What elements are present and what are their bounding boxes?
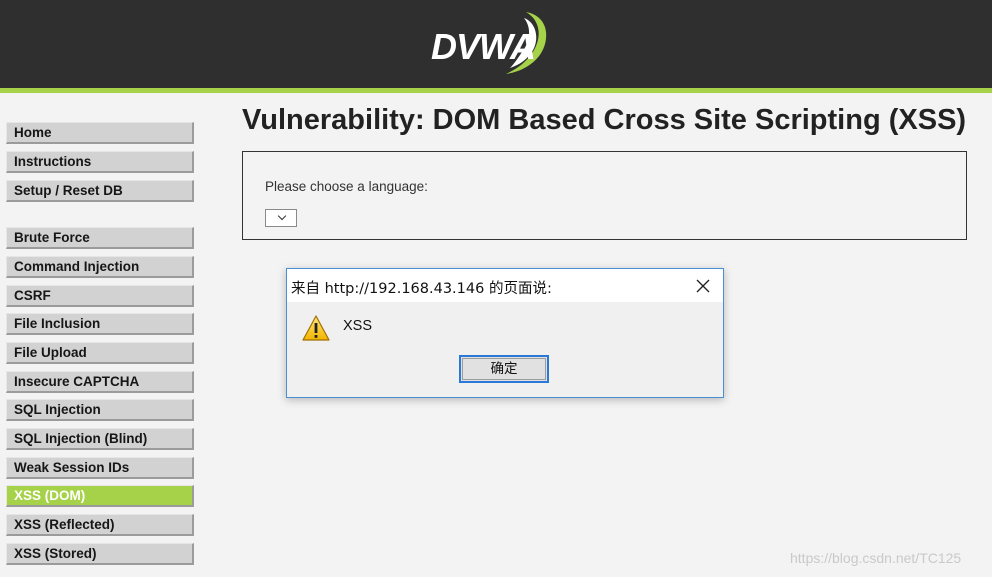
sidebar-item-command-injection[interactable]: Command Injection xyxy=(6,256,194,278)
alert-dialog: 来自 http://192.168.43.146 的页面说: XSS 确定 xyxy=(286,268,724,398)
sidebar-item-file-upload[interactable]: File Upload xyxy=(6,342,194,364)
logo-text: DVWA xyxy=(431,26,536,67)
sidebar-item-brute-force[interactable]: Brute Force xyxy=(6,227,194,249)
sidebar-item-file-inclusion[interactable]: File Inclusion xyxy=(6,313,194,335)
page-title: Vulnerability: DOM Based Cross Site Scri… xyxy=(242,104,967,136)
dvwa-logo[interactable]: DVWA xyxy=(428,8,552,80)
sidebar-item-xss-stored[interactable]: XSS (Stored) xyxy=(6,543,194,565)
dialog-message: XSS xyxy=(343,318,373,334)
watermark: https://blog.csdn.net/TC125 xyxy=(790,550,962,566)
warning-icon xyxy=(301,314,331,342)
chevron-down-icon xyxy=(277,211,287,221)
sidebar-item-xss-dom[interactable]: XSS (DOM) xyxy=(6,485,194,507)
dialog-title: 来自 http://192.168.43.146 的页面说: xyxy=(291,281,552,297)
sidebar-item-home[interactable]: Home xyxy=(6,122,194,144)
sidebar-item-sql-injection-blind[interactable]: SQL Injection (Blind) xyxy=(6,428,194,450)
sidebar-item-insecure-captcha[interactable]: Insecure CAPTCHA xyxy=(6,371,194,393)
header-bar: DVWA xyxy=(0,0,992,88)
language-select[interactable] xyxy=(265,209,297,227)
sidebar-item-weak-session-ids[interactable]: Weak Session IDs xyxy=(6,457,194,479)
sidebar-item-csrf[interactable]: CSRF xyxy=(6,285,194,307)
dialog-titlebar: 来自 http://192.168.43.146 的页面说: xyxy=(287,269,723,302)
sidebar-item-instructions[interactable]: Instructions xyxy=(6,151,194,173)
close-icon[interactable] xyxy=(687,275,717,297)
language-label: Please choose a language: xyxy=(265,179,428,194)
sidebar-item-xss-reflected[interactable]: XSS (Reflected) xyxy=(6,514,194,536)
sidebar-item-setup[interactable]: Setup / Reset DB xyxy=(6,180,194,202)
sidebar-item-sql-injection[interactable]: SQL Injection xyxy=(6,399,194,421)
vulnerable-code-area: Please choose a language: xyxy=(242,151,967,240)
header-stripe xyxy=(0,88,992,93)
ok-button[interactable]: 确定 xyxy=(459,355,549,383)
